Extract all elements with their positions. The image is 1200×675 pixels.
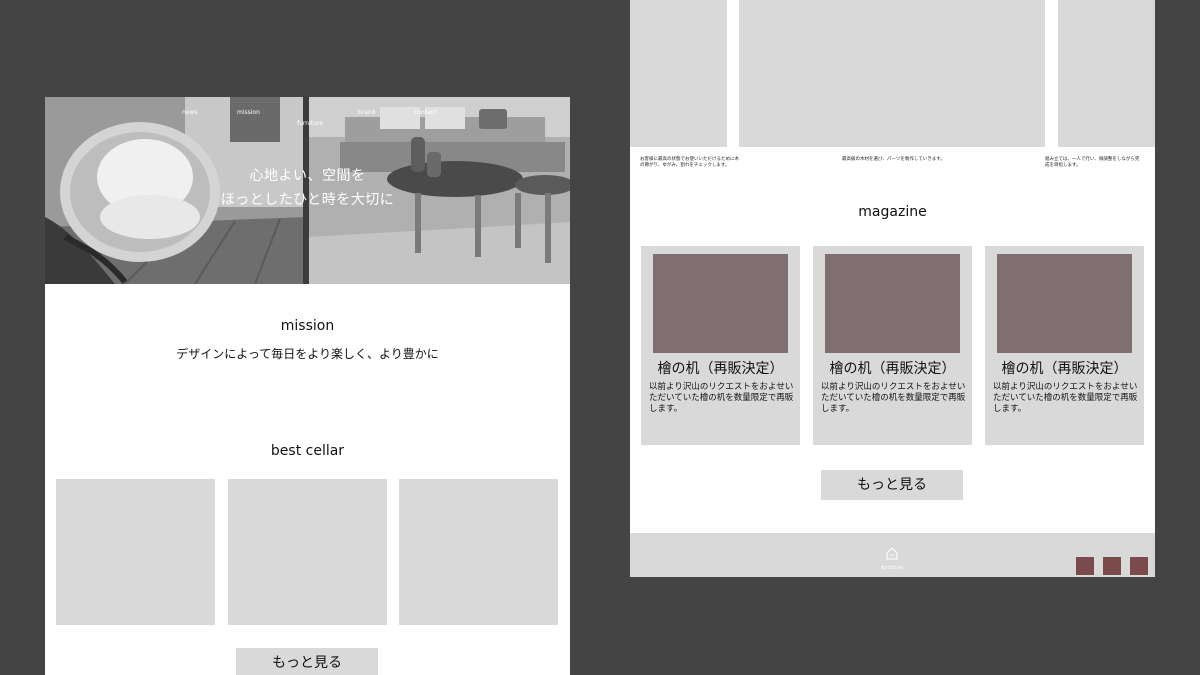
left-page-mockup: news mission furniture brand contact 心地よ… — [45, 97, 570, 675]
process-note-2: 最高級の木材を選び、パーツを製作していきます。 — [842, 157, 945, 162]
magazine-more-button[interactable]: もっと見る — [821, 470, 963, 500]
footer-logo[interactable]: furniture — [877, 545, 907, 571]
nav-mission[interactable]: mission — [237, 109, 260, 116]
magazine-card[interactable]: 檜の机（再販決定） 以前より沢山のリクエストをおよせいただいていた檜の机を数量限… — [813, 246, 972, 445]
best-cellar-item-2[interactable] — [228, 479, 387, 625]
magazine-card-image — [997, 254, 1132, 353]
nav-furniture[interactable]: furniture — [297, 120, 323, 127]
footer: furniture — [630, 533, 1155, 577]
magazine-card-title: 檜の机（再販決定） — [829, 361, 956, 377]
nav-contact[interactable]: contact — [414, 109, 436, 116]
process-image-3 — [1058, 0, 1155, 147]
nav-brand[interactable]: brand — [358, 109, 376, 116]
hero-headline-line1: 心地よい、空間を — [249, 168, 366, 184]
footer-logo-text: furniture — [881, 565, 903, 571]
process-note-3: 組み立ては、一人で行い、微調整をしながら完成を目指します。 — [1045, 157, 1140, 168]
hero-headline-line2: ほっとしたひと時を大切に — [220, 192, 395, 208]
social-square-1-icon[interactable] — [1076, 557, 1094, 575]
best-cellar-item-1[interactable] — [56, 479, 215, 625]
magazine-card[interactable]: 檜の机（再販決定） 以前より沢山のリクエストをおよせいただいていた檜の机を数量限… — [985, 246, 1144, 445]
right-page-mockup: お客様に最高の状態でお使いいただけるために木の節がり、ゆがみ、割れをチェックしま… — [630, 0, 1155, 577]
magazine-card-image — [825, 254, 960, 353]
hero-navigation: news mission furniture brand contact — [45, 109, 570, 127]
best-cellar-title: best cellar — [270, 443, 345, 459]
magazine-card[interactable]: 檜の机（再販決定） 以前より沢山のリクエストをおよせいただいていた檜の机を数量限… — [641, 246, 800, 445]
magazine-card-title: 檜の机（再販決定） — [1001, 361, 1128, 377]
social-square-2-icon[interactable] — [1103, 557, 1121, 575]
best-cellar-more-button[interactable]: もっと見る — [236, 648, 378, 675]
best-cellar-item-3[interactable] — [399, 479, 558, 625]
social-square-3-icon[interactable] — [1130, 557, 1148, 575]
nav-news[interactable]: news — [182, 109, 198, 116]
magazine-card-description: 以前より沢山のリクエストをおよせいただいていた檜の机を数量限定で再販します。 — [821, 382, 966, 414]
mission-title: mission — [280, 318, 335, 334]
process-image-1 — [630, 0, 727, 147]
magazine-card-description: 以前より沢山のリクエストをおよせいただいていた檜の机を数量限定で再販します。 — [649, 382, 794, 414]
magazine-card-image — [653, 254, 788, 353]
mission-subtitle: デザインによって毎日をより楽しく、より豊かに — [176, 347, 439, 361]
house-icon — [886, 547, 898, 560]
process-note-1: お客様に最高の状態でお使いいただけるために木の節がり、ゆがみ、割れをチェックしま… — [640, 157, 739, 168]
magazine-card-title: 檜の机（再販決定） — [657, 361, 784, 377]
hero-section: news mission furniture brand contact 心地よ… — [45, 97, 570, 284]
magazine-title: magazine — [858, 204, 927, 220]
magazine-card-description: 以前より沢山のリクエストをおよせいただいていた檜の机を数量限定で再販します。 — [993, 382, 1138, 414]
process-image-2 — [739, 0, 1045, 147]
